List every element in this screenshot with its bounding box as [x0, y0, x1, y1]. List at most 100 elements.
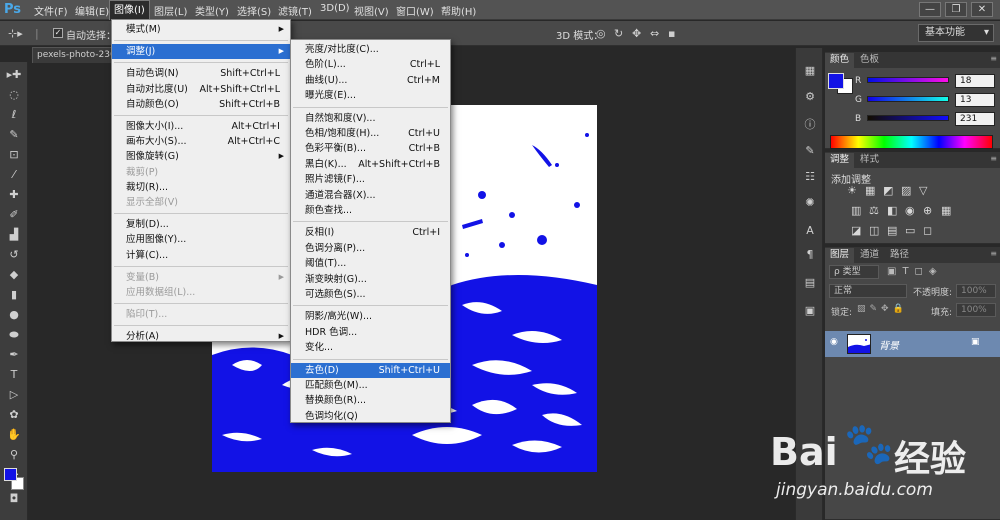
history-panel-icon[interactable]: ▦ [801, 64, 819, 80]
image-menu-item[interactable]: 变量(B) ▶ [112, 270, 290, 285]
eye-icon[interactable]: ◉ [830, 337, 838, 347]
adjust-menu-item[interactable]: 色彩平衡(B)... Ctrl+B [291, 141, 450, 156]
filter-icons[interactable]: ▣T◻◈ [887, 266, 943, 277]
shape-tool-icon[interactable]: ✿ [4, 406, 24, 424]
adjust-menu-item[interactable]: 替换颜色(R)... [291, 393, 450, 408]
adjust-menu-item[interactable]: 色相/饱和度(H)... Ctrl+U [291, 126, 450, 141]
blend-mode-select[interactable]: 正常 [829, 284, 907, 298]
layer-name[interactable]: 背景 [879, 337, 899, 352]
pan-3d-icon[interactable]: ✥ [632, 27, 641, 40]
minimize-button[interactable]: — [919, 2, 941, 17]
image-menu-item[interactable]: 自动对比度(U) Alt+Shift+Ctrl+L [112, 82, 290, 97]
marquee-tool-icon[interactable]: ◌ [4, 86, 24, 104]
adjust-menu-item[interactable]: 自然饱和度(V)... [291, 111, 450, 126]
adjustment-preset-icon[interactable]: ◫ [869, 224, 879, 237]
gradient-tool-icon[interactable]: ▮ [4, 286, 24, 304]
image-menu-item[interactable]: 模式(M) ▶ [112, 22, 290, 37]
adjust-menu-item[interactable]: 色调分离(P)... [291, 241, 450, 256]
image-menu-item[interactable]: 显示全部(V) [112, 195, 290, 210]
image-menu-item[interactable]: 分析(A) ▶ [112, 329, 290, 344]
brush-panel-icon[interactable]: ✎ [801, 144, 819, 160]
fill-field[interactable]: 100% [956, 303, 996, 317]
menu-9[interactable]: 窗口(W) [396, 3, 434, 18]
quick-mask-icon[interactable]: ◘ [4, 490, 24, 508]
roll-3d-icon[interactable]: ↻ [614, 27, 623, 40]
hand-tool-icon[interactable]: ✋ [4, 426, 24, 444]
adjustment-preset-icon[interactable]: ⊕ [923, 204, 932, 217]
tab-color[interactable]: 颜色 [825, 53, 855, 68]
character-panel-icon[interactable]: A [801, 224, 819, 240]
healing-tool-icon[interactable]: ✚ [4, 186, 24, 204]
layer-filter-select[interactable]: ρ 类型 [829, 265, 879, 279]
menu-5[interactable]: 选择(S) [237, 3, 271, 18]
scale-3d-icon[interactable]: ▪ [668, 27, 675, 40]
image-menu-item[interactable]: 陷印(T)... [112, 307, 290, 322]
menu-0[interactable]: 文件(F) [34, 3, 68, 18]
adjustment-preset-icon[interactable]: ▦ [941, 204, 951, 217]
adjust-menu-item[interactable]: 照片滤镜(F)... [291, 172, 450, 187]
adjust-menu-item[interactable]: 通道混合器(X)... [291, 188, 450, 203]
image-menu-item[interactable]: 画布大小(S)... Alt+Ctrl+C [112, 134, 290, 149]
adjust-menu-item[interactable]: 阈值(T)... [291, 256, 450, 271]
menu-3[interactable]: 图层(L) [154, 3, 187, 18]
adjustment-preset-icon[interactable]: ▤ [887, 224, 897, 237]
actions-panel-icon[interactable]: ▣ [801, 304, 819, 320]
image-menu-item[interactable]: 裁切(R)... [112, 180, 290, 195]
type-tool-icon[interactable]: T [4, 366, 24, 384]
panel-menu-icon[interactable]: ≡ [990, 154, 997, 163]
eraser-tool-icon[interactable]: ◆ [4, 266, 24, 284]
adjustment-preset-icon[interactable]: ▨ [901, 184, 911, 197]
tab-adjustments[interactable]: 调整 [825, 153, 855, 168]
adjustment-preset-icon[interactable]: ◻ [923, 224, 932, 237]
image-menu-item[interactable]: 自动颜色(O) Shift+Ctrl+B [112, 97, 290, 112]
lasso-tool-icon[interactable]: ℓ [4, 106, 24, 124]
properties-panel-icon[interactable]: ⚙ [801, 90, 819, 106]
menu-7[interactable]: 3D(D) [320, 3, 350, 14]
red-value-field[interactable]: 18 [955, 74, 995, 88]
menu-1[interactable]: 编辑(E) [75, 3, 109, 18]
adjustment-preset-icon[interactable]: ⚖ [869, 204, 879, 217]
crop-tool-icon[interactable]: ⊡ [4, 146, 24, 164]
opacity-field[interactable]: 100% [956, 284, 996, 298]
menu-10[interactable]: 帮助(H) [441, 3, 476, 18]
eyedropper-tool-icon[interactable]: ⁄ [4, 166, 24, 184]
tab-paths[interactable]: 路径 [885, 248, 914, 263]
adjustment-preset-icon[interactable]: ▭ [905, 224, 915, 237]
adjust-menu-item[interactable]: 曲线(U)... Ctrl+M [291, 73, 450, 88]
paragraph-panel-icon[interactable]: ¶ [801, 248, 819, 264]
adjust-menu-item[interactable]: 变化... [291, 340, 450, 355]
path-select-tool-icon[interactable]: ▷ [4, 386, 24, 404]
maximize-button[interactable]: ❐ [945, 2, 967, 17]
foreground-color-chip[interactable] [828, 73, 844, 89]
adjustment-preset-icon[interactable]: ◩ [883, 184, 893, 197]
adjustment-preset-icon[interactable]: ◧ [887, 204, 897, 217]
menu-2[interactable]: 图像(I) [109, 0, 150, 20]
adjust-menu-item[interactable]: 亮度/对比度(C)... [291, 42, 450, 57]
adjustment-preset-icon[interactable]: ☀ [847, 184, 857, 197]
image-menu-item[interactable]: 自动色调(N) Shift+Ctrl+L [112, 66, 290, 81]
adjust-menu-item[interactable]: 阴影/高光(W)... [291, 309, 450, 324]
image-menu-item[interactable]: 图像旋转(G) ▶ [112, 149, 290, 164]
auto-select-checkbox[interactable]: ✓ [53, 28, 63, 38]
adjust-menu-item[interactable]: 去色(D) Shift+Ctrl+U [291, 362, 450, 378]
menu-8[interactable]: 视图(V) [354, 3, 389, 18]
image-menu-item[interactable]: 调整(J) ▶ [112, 44, 290, 60]
blur-tool-icon[interactable]: ● [4, 306, 24, 324]
quick-select-tool-icon[interactable]: ✎ [4, 126, 24, 144]
adjustment-preset-icon[interactable]: ▦ [865, 184, 875, 197]
workspace-select[interactable]: 基本功能 ▾ [918, 24, 994, 42]
adjust-menu-item[interactable]: 可选颜色(S)... [291, 287, 450, 302]
tab-styles[interactable]: 样式 [855, 153, 884, 168]
adjust-menu-item[interactable]: 曝光度(E)... [291, 88, 450, 103]
adjust-menu-item[interactable]: 颜色查找... [291, 203, 450, 218]
image-menu-item[interactable]: 计算(C)... [112, 248, 290, 263]
tab-layers[interactable]: 图层 [825, 248, 855, 263]
dodge-tool-icon[interactable]: ⬬ [4, 326, 24, 344]
brush-presets-icon[interactable]: ☷ [801, 170, 819, 186]
adjustment-preset-icon[interactable]: ▥ [851, 204, 861, 217]
panel-menu-icon[interactable]: ≡ [990, 54, 997, 63]
adjust-menu-item[interactable]: 色阶(L)... Ctrl+L [291, 57, 450, 72]
tab-swatches[interactable]: 色板 [855, 53, 884, 68]
info-panel-icon[interactable]: ⓘ [801, 116, 819, 132]
lock-icons[interactable]: ▨✎✥🔒 [857, 304, 908, 314]
